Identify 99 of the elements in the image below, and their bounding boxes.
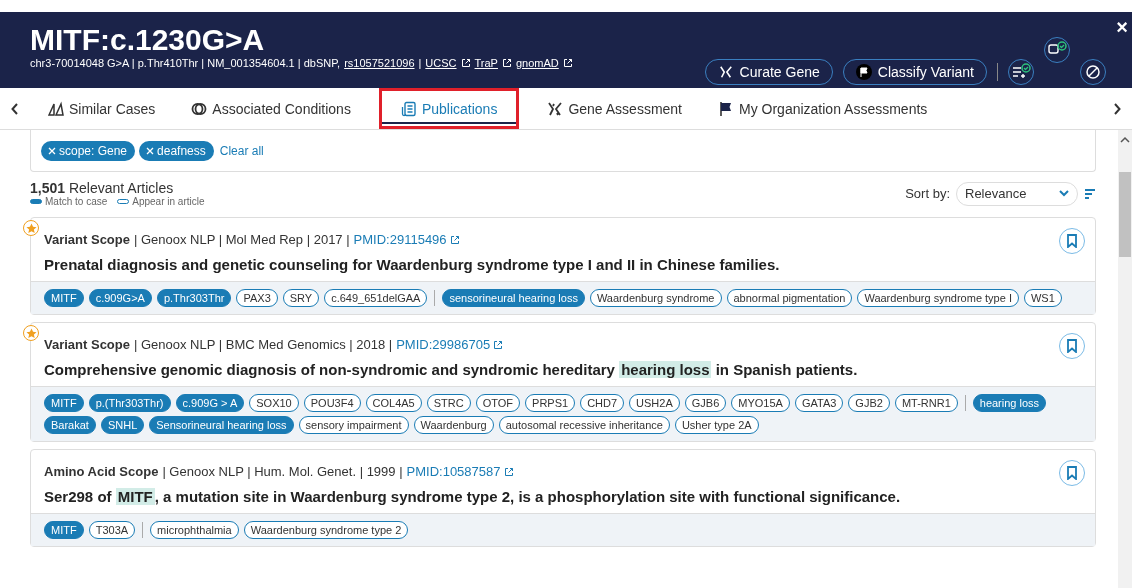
keyword-tag: MT-RNR1 bbox=[894, 394, 958, 412]
keyword-tag: c.649_651delGAA bbox=[324, 289, 428, 307]
keyword-tag: SNHL bbox=[100, 416, 145, 434]
keyword-tag: OTOF bbox=[475, 394, 521, 412]
legend-swatch bbox=[117, 199, 130, 204]
external-link-icon bbox=[493, 339, 504, 350]
keyword-tag: p.(Thr303Thr) bbox=[88, 394, 171, 412]
article-source: | Genoox NLP | Mol Med Rep | 2017 | bbox=[134, 232, 350, 247]
keyword-tag: MITF bbox=[44, 394, 84, 412]
bookmark-button[interactable] bbox=[1059, 228, 1085, 254]
chromosome-icon bbox=[547, 100, 564, 117]
legend-swatch bbox=[30, 199, 42, 204]
rings-icon bbox=[191, 100, 208, 117]
triangles-icon bbox=[48, 100, 64, 117]
keyword-tag: Waardenburg syndrome type I bbox=[857, 289, 1019, 307]
article-source: | Genoox NLP | Hum. Mol. Genet. | 1999 | bbox=[162, 464, 403, 479]
keyword-tag: STRC bbox=[426, 394, 471, 412]
legend-label: Appear in article bbox=[132, 196, 205, 207]
keyword-tag: c.909G>A bbox=[88, 289, 152, 307]
external-link[interactable]: gnomAD bbox=[515, 57, 559, 69]
keyword-tag: POU3F4 bbox=[303, 394, 361, 412]
article-count: 1,501 Relevant Articles bbox=[30, 180, 175, 196]
external-link-icon bbox=[449, 234, 460, 245]
keyword-tag: sensorineural hearing loss bbox=[442, 289, 585, 307]
keyword-tag: hearing loss bbox=[972, 394, 1047, 412]
sort-label: Sort by: bbox=[905, 186, 950, 201]
flag-icon bbox=[718, 100, 734, 117]
keyword-tag: Sensorineural hearing loss bbox=[149, 416, 294, 434]
keyword-tag: p.Thr303Thr bbox=[156, 289, 232, 307]
keyword-tag: GJB6 bbox=[684, 394, 727, 412]
document-icon bbox=[400, 100, 417, 117]
filter-chip[interactable]: deafness bbox=[139, 140, 214, 161]
variant-title: MITF:c.1230G>A bbox=[30, 24, 266, 56]
close-button[interactable]: × bbox=[1116, 16, 1128, 39]
external-link[interactable]: UCSC bbox=[425, 57, 457, 69]
keyword-tag: Waardenburg syndrome bbox=[589, 289, 722, 307]
keyword-tag: GATA3 bbox=[794, 394, 844, 412]
keyword-tag: MYO15A bbox=[731, 394, 790, 412]
keyword-tag: T303A bbox=[88, 521, 136, 539]
legend-label: Match to case bbox=[45, 196, 108, 207]
pmid-link[interactable]: PMID:10587587 bbox=[406, 464, 514, 479]
bookmark-button[interactable] bbox=[1059, 460, 1085, 486]
chevron-right-icon bbox=[1113, 102, 1121, 115]
tab[interactable]: Publications bbox=[378, 88, 520, 129]
keyword-tag: MITF bbox=[44, 521, 84, 539]
chevron-up-icon bbox=[1120, 136, 1130, 144]
keyword-tag: SRY bbox=[282, 289, 320, 307]
article-title: Prenatal diagnosis and genetic counseling for Waardenburg syndrome type I and II in Chinese families. bbox=[44, 256, 781, 273]
keyword-tag: sensory impairment bbox=[298, 416, 409, 434]
keyword-tag: Usher type 2A bbox=[674, 416, 759, 434]
keyword-tag: WS1 bbox=[1023, 289, 1062, 307]
keyword-tag: PAX3 bbox=[236, 289, 278, 307]
keyword-tag: COL4A5 bbox=[365, 394, 422, 412]
keyword-tag: GJB2 bbox=[848, 394, 890, 412]
scope-label: Variant Scope bbox=[44, 337, 130, 352]
pmid-link[interactable]: PMID:29986705 bbox=[396, 337, 504, 352]
separator-text: | bbox=[418, 57, 422, 69]
keyword-tag: c.909G > A bbox=[175, 394, 245, 412]
keyword-tag: USH2A bbox=[629, 394, 680, 412]
variant-details: chr3-70014048 G>A | p.Thr410Thr | NM_001354604.1 | dbSNP, bbox=[30, 57, 341, 69]
external-link-icon bbox=[503, 466, 514, 477]
external-link-icon bbox=[460, 58, 471, 68]
article-title: Ser298 of MITF, a mutation site in Waardenburg syndrome type 2, is a phosphorylation site with functional significance. bbox=[44, 488, 902, 505]
keyword-tag: SOX10 bbox=[249, 394, 299, 412]
keyword-tag: autosomal recessive inheritance bbox=[498, 416, 670, 434]
external-link-icon bbox=[501, 58, 512, 68]
scope-label: Amino Acid Scope bbox=[44, 464, 159, 479]
scrollbar-thumb[interactable] bbox=[1119, 172, 1131, 257]
external-link-icon bbox=[562, 58, 573, 68]
chevron-down-icon bbox=[1059, 190, 1069, 197]
bookmark-icon bbox=[1066, 466, 1078, 480]
keyword-tag: CHD7 bbox=[580, 394, 625, 412]
scrollbar[interactable] bbox=[1118, 130, 1132, 588]
filter-chip[interactable]: scope: Gene bbox=[41, 140, 136, 161]
chevron-left-icon bbox=[11, 102, 19, 115]
external-link[interactable]: TraP bbox=[474, 57, 498, 69]
keyword-tag: microphthalmia bbox=[150, 521, 239, 539]
dbsnp-link[interactable]: rs1057521096 bbox=[344, 57, 415, 69]
clear-all-link[interactable]: Clear all bbox=[219, 143, 264, 158]
scope-label: Variant Scope bbox=[44, 232, 130, 247]
article-title: Comprehensive genomic diagnosis of non-syndromic and syndromic hereditary hearing loss in Spanish patients. bbox=[44, 361, 859, 378]
list-check-icon bbox=[1011, 63, 1031, 81]
bookmark-icon bbox=[1066, 339, 1078, 353]
keyword-tag: abnormal pigmentation bbox=[726, 289, 853, 307]
sort-order-icon[interactable] bbox=[1084, 187, 1096, 200]
keyword-tag: Waardenburg syndrome type 2 bbox=[243, 521, 409, 539]
chromosome-icon bbox=[717, 65, 734, 79]
keyword-tag: PRPS1 bbox=[525, 394, 576, 412]
keyword-tag: Waardenburg bbox=[413, 416, 494, 434]
keyword-tag: MITF bbox=[44, 289, 84, 307]
block-icon bbox=[1085, 64, 1101, 80]
article-source: | Genoox NLP | BMC Med Genomics | 2018 | bbox=[134, 337, 393, 352]
flag-icon bbox=[855, 64, 872, 80]
bookmark-button[interactable] bbox=[1059, 333, 1085, 359]
bookmark-icon bbox=[1066, 234, 1078, 248]
keyword-tag: Barakat bbox=[44, 416, 96, 434]
pmid-link[interactable]: PMID:29115496 bbox=[353, 232, 460, 247]
close-icon bbox=[48, 146, 56, 155]
close-icon bbox=[146, 146, 155, 155]
